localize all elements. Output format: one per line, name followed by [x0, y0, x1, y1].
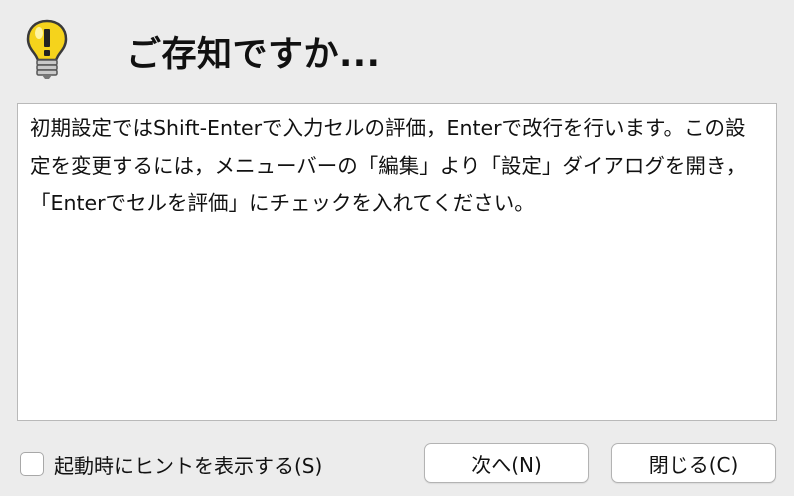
tip-dialog: ご存知ですか... 初期設定ではShift-Enterで入力セルの評価，Ente… — [0, 0, 794, 496]
message-text: 初期設定ではShift-Enterで入力セルの評価，Enterで改行を行います。… — [30, 116, 747, 215]
close-button[interactable]: 閉じる(C) — [611, 443, 776, 483]
message-box[interactable]: 初期設定ではShift-Enterで入力セルの評価，Enterで改行を行います。… — [17, 103, 777, 421]
next-button[interactable]: 次へ(N) — [424, 443, 589, 483]
lightbulb-icon — [22, 18, 72, 80]
dialog-title: ご存知ですか... — [126, 35, 381, 75]
show-at-startup-label[interactable]: 起動時にヒントを表示する(S) — [54, 450, 322, 479]
show-at-startup-checkbox[interactable] — [20, 452, 44, 476]
show-at-startup-option[interactable]: 起動時にヒントを表示する(S) — [20, 450, 322, 478]
